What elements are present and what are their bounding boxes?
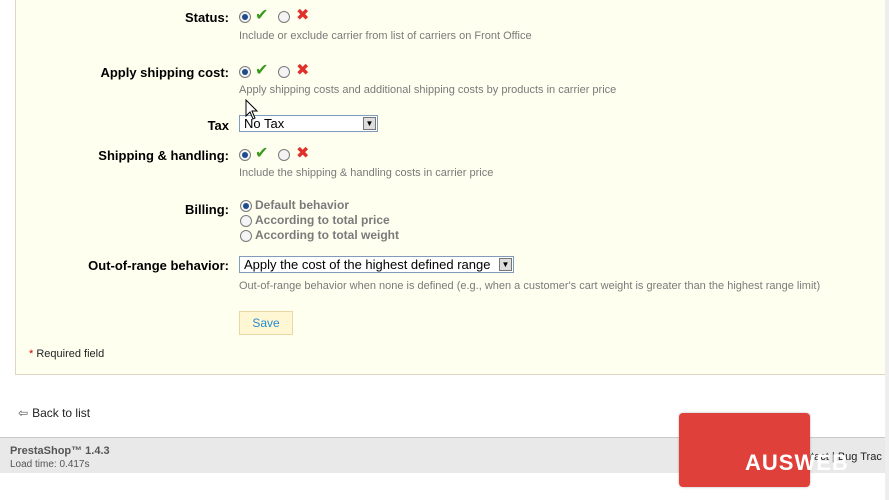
- back-to-list-link[interactable]: ⇦ Back to list: [18, 406, 90, 420]
- billing-default-radio[interactable]: [240, 200, 252, 212]
- apply-shipping-yes-radio[interactable]: [239, 66, 251, 78]
- shipping-handling-label: Shipping & handling:: [98, 148, 229, 163]
- shipping-handling-help: Include the shipping & handling costs in…: [239, 167, 494, 179]
- save-button[interactable]: Save: [239, 311, 293, 335]
- check-icon: ✔: [255, 145, 269, 162]
- back-to-list-label: Back to list: [32, 406, 91, 420]
- billing-label: Billing:: [184, 202, 229, 217]
- check-icon: ✔: [255, 7, 269, 24]
- chevron-down-icon: ▼: [499, 258, 512, 271]
- cross-icon: ✖: [296, 7, 310, 24]
- out-of-range-help: Out-of-range behavior when none is defin…: [239, 280, 821, 292]
- cross-icon: ✖: [296, 62, 310, 79]
- apply-shipping-cost-label: Apply shipping cost:: [100, 65, 229, 80]
- footer-load-time: Load time: 0.417s: [10, 459, 90, 470]
- cross-icon: ✖: [296, 145, 310, 162]
- back-arrow-icon: ⇦: [18, 406, 29, 420]
- apply-shipping-no-radio[interactable]: [278, 66, 290, 78]
- required-field-note: * Required field: [29, 348, 104, 360]
- billing-option-label[interactable]: According to total price: [255, 213, 390, 227]
- carrier-form-panel: [15, 0, 888, 375]
- shipping-handling-yes-radio[interactable]: [239, 149, 251, 161]
- status-label: Status:: [184, 10, 229, 25]
- billing-weight-radio[interactable]: [240, 230, 252, 242]
- footer-version: PrestaShop™ 1.4.3: [10, 445, 110, 457]
- required-text: Required field: [36, 348, 105, 360]
- required-star: *: [29, 348, 34, 360]
- ausweb-logo-text: AUSWEB: [745, 450, 849, 475]
- out-of-range-select[interactable]: Apply the cost of the highest defined ra…: [239, 256, 514, 273]
- out-of-range-label: Out-of-range behavior:: [88, 258, 229, 273]
- status-no-radio[interactable]: [278, 11, 290, 23]
- billing-option-label[interactable]: Default behavior: [255, 198, 349, 212]
- tax-label: Tax: [207, 118, 229, 133]
- tax-select[interactable]: No Tax ▼: [239, 115, 378, 132]
- out-of-range-select-value: Apply the cost of the highest defined ra…: [244, 257, 491, 272]
- mouse-cursor-icon: [245, 99, 259, 120]
- status-yes-radio[interactable]: [239, 11, 251, 23]
- check-icon: ✔: [255, 62, 269, 79]
- status-help: Include or exclude carrier from list of …: [239, 30, 532, 42]
- scrollbar[interactable]: [885, 0, 889, 500]
- shipping-handling-no-radio[interactable]: [278, 149, 290, 161]
- apply-shipping-help: Apply shipping costs and additional ship…: [239, 84, 617, 96]
- chevron-down-icon: ▼: [363, 117, 376, 130]
- billing-option-label[interactable]: According to total weight: [255, 228, 399, 242]
- billing-price-radio[interactable]: [240, 215, 252, 227]
